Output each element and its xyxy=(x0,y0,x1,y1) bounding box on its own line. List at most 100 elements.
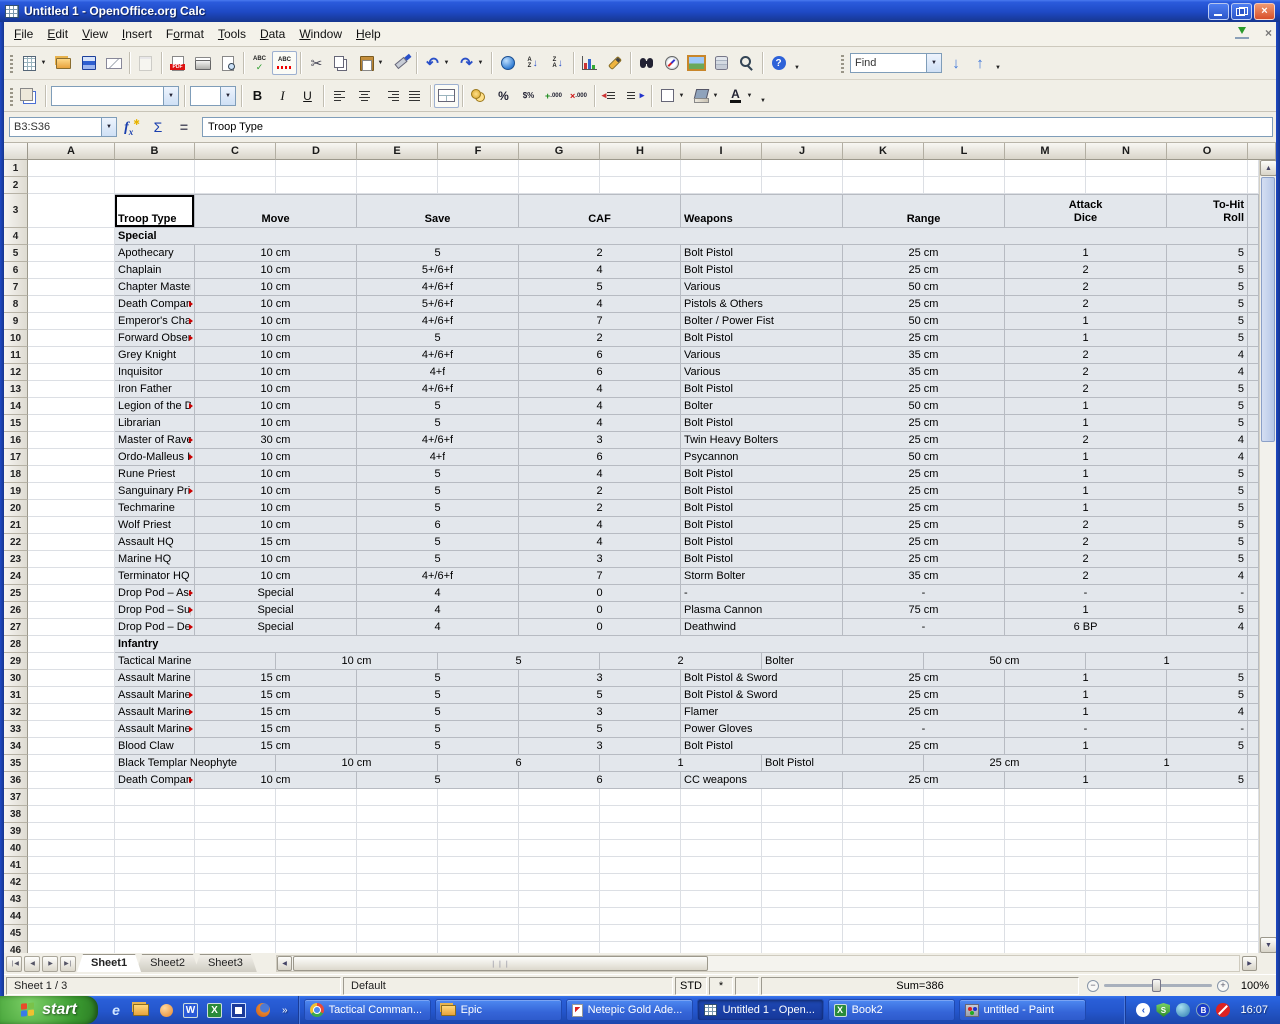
cell-B3[interactable]: Troop Type xyxy=(115,194,195,228)
sum-button[interactable]: Σ xyxy=(145,119,171,135)
cell-E2[interactable] xyxy=(357,177,438,194)
cell-B2[interactable] xyxy=(115,177,195,194)
cell-A46[interactable] xyxy=(28,942,115,953)
cell-E27[interactable]: 4 xyxy=(357,619,519,636)
cell-D43[interactable] xyxy=(276,891,357,908)
word-icon[interactable]: W xyxy=(183,1003,198,1018)
row-header-8[interactable]: 8 xyxy=(4,296,28,313)
cell-O8[interactable]: 5 xyxy=(1167,296,1248,313)
cell-I14[interactable]: Bolter xyxy=(681,398,843,415)
undo-dropdown-arrow[interactable]: ▼ xyxy=(442,60,451,66)
cell-C11[interactable]: 10 cm xyxy=(195,347,357,364)
cell-I5[interactable]: Bolt Pistol xyxy=(681,245,843,262)
cell-L35[interactable]: 25 cm xyxy=(924,755,1086,772)
cell-L46[interactable] xyxy=(924,942,1005,953)
cell-O23[interactable]: 5 xyxy=(1167,551,1248,568)
cell-B33[interactable]: Assault Marine xyxy=(115,721,195,738)
function-wizard-button[interactable]: fx✱ xyxy=(119,118,145,137)
scroll-left-arrow[interactable]: ◀ xyxy=(277,956,292,971)
cell-M17[interactable]: 1 xyxy=(1005,449,1167,466)
cell-I31[interactable]: Bolt Pistol & Sword xyxy=(681,687,843,704)
restore-button[interactable] xyxy=(1231,3,1252,20)
cell-J29[interactable]: Bolter xyxy=(762,653,924,670)
cell-A18[interactable] xyxy=(28,466,115,483)
column-header-H[interactable]: H xyxy=(600,143,681,160)
cell-C18[interactable]: 10 cm xyxy=(195,466,357,483)
cell-K37[interactable] xyxy=(843,789,924,806)
cell-H46[interactable] xyxy=(600,942,681,953)
cell-A23[interactable] xyxy=(28,551,115,568)
cell-G6[interactable]: 4 xyxy=(519,262,681,279)
cell-O3[interactable]: To-HitRoll xyxy=(1167,194,1248,228)
blue-app-icon[interactable] xyxy=(231,1003,246,1018)
cell-O15[interactable]: 5 xyxy=(1167,415,1248,432)
cell-N45[interactable] xyxy=(1086,925,1167,942)
cell-A11[interactable] xyxy=(28,347,115,364)
cell-O37[interactable] xyxy=(1167,789,1248,806)
cell-C24[interactable]: 10 cm xyxy=(195,568,357,585)
cell-O40[interactable] xyxy=(1167,840,1248,857)
cell-J37[interactable] xyxy=(762,789,843,806)
new-dropdown-arrow[interactable]: ▼ xyxy=(39,60,48,66)
cell-M21[interactable]: 2 xyxy=(1005,517,1167,534)
corner-box[interactable] xyxy=(4,143,28,160)
sort-ascending-button[interactable]: AZ↓ xyxy=(520,51,545,75)
cell-E36[interactable]: 5 xyxy=(357,772,519,789)
cell-G19[interactable]: 2 xyxy=(519,483,681,500)
task-button-untitled-paint[interactable]: untitled - Paint xyxy=(959,999,1086,1021)
cell-B32[interactable]: Assault Marine xyxy=(115,704,195,721)
cell-B25[interactable]: Drop Pod – Ass xyxy=(115,585,195,602)
page-preview-button[interactable] xyxy=(215,51,240,75)
cell-N2[interactable] xyxy=(1086,177,1167,194)
row-header-4[interactable]: 4 xyxy=(4,228,28,245)
cell-O32[interactable]: 4 xyxy=(1167,704,1248,721)
cell-G2[interactable] xyxy=(519,177,600,194)
cell-M32[interactable]: 1 xyxy=(1005,704,1167,721)
cell-I8[interactable]: Pistols & Others xyxy=(681,296,843,313)
cell-D37[interactable] xyxy=(276,789,357,806)
cell-M25[interactable]: - xyxy=(1005,585,1167,602)
cell-K46[interactable] xyxy=(843,942,924,953)
cell-H44[interactable] xyxy=(600,908,681,925)
cell-C43[interactable] xyxy=(195,891,276,908)
column-header-C[interactable]: C xyxy=(195,143,276,160)
cell-M13[interactable]: 2 xyxy=(1005,381,1167,398)
cell-A43[interactable] xyxy=(28,891,115,908)
cell-O33[interactable]: - xyxy=(1167,721,1248,738)
sort-descending-button[interactable]: ZA↓ xyxy=(545,51,570,75)
cell-F40[interactable] xyxy=(438,840,519,857)
row-header-7[interactable]: 7 xyxy=(4,279,28,296)
cell-K14[interactable]: 50 cm xyxy=(843,398,1005,415)
cell-M11[interactable]: 2 xyxy=(1005,347,1167,364)
cell-F42[interactable] xyxy=(438,874,519,891)
cell-M26[interactable]: 1 xyxy=(1005,602,1167,619)
cell-C20[interactable]: 10 cm xyxy=(195,500,357,517)
cell-L2[interactable] xyxy=(924,177,1005,194)
column-header-J[interactable]: J xyxy=(762,143,843,160)
cell-E13[interactable]: 4+/6+f xyxy=(357,381,519,398)
paste-dropdown-arrow[interactable]: ▼ xyxy=(376,60,385,66)
column-header-I[interactable]: I xyxy=(681,143,762,160)
cell-O45[interactable] xyxy=(1167,925,1248,942)
cell-E37[interactable] xyxy=(357,789,438,806)
cell-N38[interactable] xyxy=(1086,806,1167,823)
currency-button[interactable] xyxy=(466,84,491,108)
cell-A28[interactable] xyxy=(28,636,115,653)
cell-B15[interactable]: Librarian xyxy=(115,415,195,432)
cell-O16[interactable]: 4 xyxy=(1167,432,1248,449)
cell-N42[interactable] xyxy=(1086,874,1167,891)
title-bar[interactable]: Untitled 1 - OpenOffice.org Calc × xyxy=(0,0,1280,22)
cell-G3[interactable]: CAF xyxy=(519,194,681,228)
cell-K23[interactable]: 25 cm xyxy=(843,551,1005,568)
increase-indent-button[interactable]: ▸ xyxy=(623,84,648,108)
cell-L39[interactable] xyxy=(924,823,1005,840)
cell-H29[interactable]: 2 xyxy=(600,653,762,670)
cell-F41[interactable] xyxy=(438,857,519,874)
status-zoom-level[interactable]: 100% xyxy=(1231,977,1279,995)
cell-G22[interactable]: 4 xyxy=(519,534,681,551)
cell-F45[interactable] xyxy=(438,925,519,942)
cell-E45[interactable] xyxy=(357,925,438,942)
row-header-5[interactable]: 5 xyxy=(4,245,28,262)
cell-L40[interactable] xyxy=(924,840,1005,857)
cell-J1[interactable] xyxy=(762,160,843,177)
